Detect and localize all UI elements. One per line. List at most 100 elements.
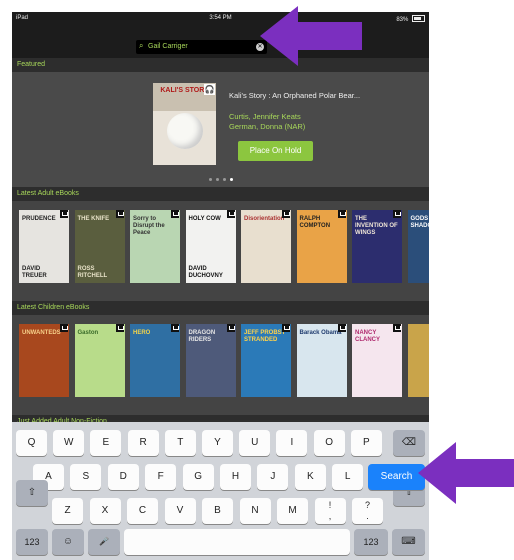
key-N[interactable]: N — [239, 498, 271, 524]
key-M[interactable]: M — [277, 498, 308, 524]
children-book-cover[interactable]: UNWANTEDS — [19, 324, 69, 397]
search-key[interactable]: Search — [368, 464, 425, 490]
key-K[interactable]: K — [294, 464, 326, 490]
key-punct[interactable]: ? . — [352, 498, 383, 524]
children-book-cover[interactable] — [407, 324, 429, 397]
book-title: NANCY CLANCY — [355, 330, 380, 343]
ebook-badge-icon — [393, 324, 401, 332]
search-input[interactable]: ⌕ Gail Carriger ✕ — [136, 40, 267, 54]
key-E[interactable]: E — [90, 430, 122, 456]
ebook-badge-icon — [115, 324, 124, 332]
pager-dot[interactable] — [208, 178, 212, 181]
pager-dot[interactable] — [222, 178, 226, 181]
ebook-badge-icon — [226, 324, 235, 332]
key-U[interactable]: U — [239, 430, 271, 456]
key-O[interactable]: O — [313, 430, 345, 456]
latest-children-heading: Latest Children eBooks — [12, 301, 429, 315]
book-title: DRAGON RIDERS — [188, 330, 216, 343]
microphone-key[interactable]: 🎤 — [88, 529, 120, 555]
key-C[interactable]: C — [127, 498, 158, 524]
space-bar[interactable] — [124, 529, 350, 555]
key-Q[interactable]: Q — [16, 430, 47, 456]
pager-dot[interactable] — [215, 178, 219, 181]
key-S[interactable]: S — [70, 464, 102, 490]
battery-indicator: 83% — [396, 15, 425, 23]
featured-section: KALI'S STORY 🎧 Kali's Story : An Orphane… — [12, 72, 429, 187]
key-G[interactable]: G — [182, 464, 214, 490]
book-author: ROSS RITCHELL — [77, 266, 108, 279]
key-W[interactable]: W — [53, 430, 85, 456]
on-screen-keyboard: QWERTYUIOP ASDFGHJKL Z X C V B N M! ,? . ⇧ ⇧ ⌫… — [12, 422, 429, 560]
children-book-cover[interactable]: HERO — [130, 324, 180, 397]
book-author: DAVID TREUER — [22, 266, 47, 279]
ebook-badge-icon — [60, 324, 68, 332]
latest-children-ebooks-row: UNWANTEDS Gaston HERO DRAGON RIDERS JEFF PRO… — [12, 315, 429, 415]
numbers-key-left[interactable]: 123 — [16, 529, 48, 555]
adult-book-cover[interactable]: Sorry to Disrupt the Peace — [130, 210, 180, 283]
adult-book-cover[interactable]: GODS SHADOW — [407, 210, 430, 283]
featured-book-authors: Curtis, Jennifer Keats German, Donna (NA… — [229, 112, 409, 132]
key-T[interactable]: T — [164, 430, 196, 456]
hide-keyboard-key[interactable]: ⌨ — [392, 529, 425, 555]
featured-book-title[interactable]: Kali's Story : An Orphaned Polar Bear... — [229, 91, 409, 101]
adult-book-cover[interactable]: THE INVENTION OF WINGS — [352, 210, 402, 283]
book-author: DAVID DUCHOVNY — [188, 266, 223, 279]
adult-book-cover[interactable]: PRUDENCE DAVID TREUER — [19, 210, 69, 283]
featured-book-cover[interactable]: KALI'S STORY 🎧 — [153, 83, 216, 165]
adult-book-cover[interactable]: THE KNIFE ROSS RITCHELL — [74, 210, 125, 283]
key-Z[interactable]: Z — [52, 498, 83, 524]
status-bar: iPad 3:54 PM 83% — [12, 12, 429, 25]
numbers-key-right[interactable]: 123 — [354, 529, 388, 555]
key-P[interactable]: P — [350, 430, 382, 456]
book-title: RALPH COMPTON — [299, 216, 331, 229]
book-title: Sorry to Disrupt the Peace — [133, 216, 165, 236]
key-punct[interactable]: ! , — [314, 498, 346, 524]
book-title: JEFF PROBST STRANDED — [244, 330, 286, 343]
key-J[interactable]: J — [257, 464, 289, 490]
adult-book-cover[interactable]: Disorientation — [241, 210, 291, 283]
latest-adult-ebooks-row: PRUDENCE DAVID TREUER THE KNIFE ROSS RITCHE… — [12, 201, 429, 301]
ebook-badge-icon — [226, 210, 235, 218]
polar-bear-illustration — [167, 113, 203, 149]
emoji-key[interactable]: ☺ — [52, 529, 84, 555]
annotation-arrow-search-key — [418, 442, 514, 504]
book-title: THE INVENTION OF WINGS — [355, 216, 398, 236]
children-book-cover[interactable]: Gaston — [74, 324, 125, 397]
key-D[interactable]: D — [107, 464, 139, 490]
headphones-icon: 🎧 — [204, 84, 215, 95]
key-I[interactable]: I — [276, 430, 308, 456]
search-icon: ⌕ — [139, 41, 144, 50]
children-book-cover[interactable]: NANCY CLANCY — [352, 324, 402, 397]
key-R[interactable]: R — [127, 430, 159, 456]
search-query: Gail Carriger — [148, 43, 188, 50]
key-H[interactable]: H — [220, 464, 251, 490]
nonfiction-heading: Just Added Adult Non-Fiction — [12, 415, 429, 425]
clock: 3:54 PM — [209, 15, 232, 21]
adult-book-cover[interactable]: RALPH COMPTON — [296, 210, 347, 283]
children-book-cover[interactable]: DRAGON RIDERS — [185, 324, 236, 397]
key-L[interactable]: L — [332, 464, 364, 490]
key-X[interactable]: X — [89, 498, 121, 524]
battery-percent: 83% — [396, 17, 409, 23]
ebook-badge-icon — [337, 324, 346, 332]
pager-dot-active[interactable] — [229, 178, 233, 181]
ebook-badge-icon — [171, 210, 179, 218]
key-Y[interactable]: Y — [202, 430, 233, 456]
featured-heading: Featured — [12, 58, 429, 72]
search-bar-area: ⌕ Gail Carriger ✕ — [12, 25, 429, 58]
carousel-pager[interactable] — [12, 177, 429, 183]
featured-author-2: German, Donna (NAR) — [229, 122, 306, 131]
ebook-badge-icon — [337, 210, 346, 218]
children-book-cover[interactable]: Barack Obama — [296, 324, 347, 397]
adult-book-cover[interactable]: HOLY COW DAVID DUCHOVNY — [185, 210, 236, 283]
place-on-hold-button[interactable]: Place On Hold — [238, 141, 313, 161]
latest-adult-heading: Latest Adult eBooks — [12, 187, 429, 201]
key-V[interactable]: V — [164, 498, 196, 524]
annotation-arrow-search — [260, 6, 362, 66]
book-title: GODS SHADOW — [410, 216, 430, 229]
key-F[interactable]: F — [145, 464, 177, 490]
shift-left-key[interactable]: ⇧ — [16, 480, 48, 506]
battery-icon — [412, 15, 425, 22]
key-B[interactable]: B — [202, 498, 233, 524]
children-book-cover[interactable]: JEFF PROBST STRANDED — [241, 324, 291, 397]
